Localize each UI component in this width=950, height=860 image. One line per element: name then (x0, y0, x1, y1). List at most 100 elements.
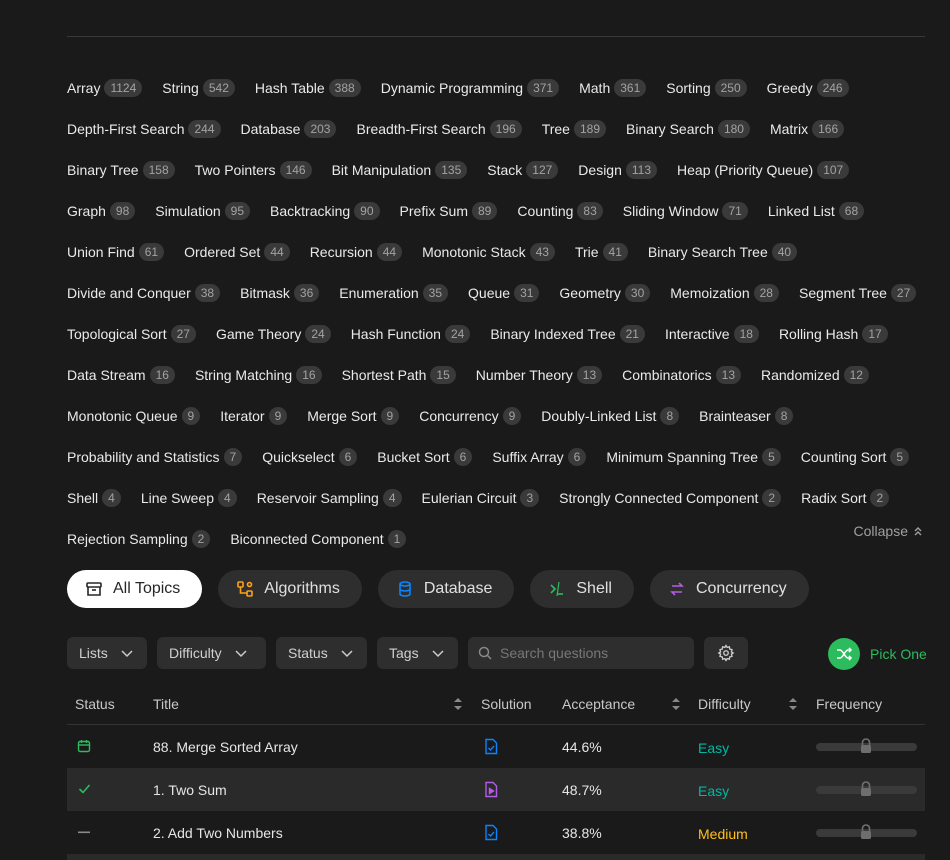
topic-tag[interactable]: Monotonic Stack 43 (422, 242, 555, 261)
topic-tag[interactable]: Two Pointers 146 (195, 160, 312, 179)
topic-tag[interactable]: Math 361 (579, 78, 647, 97)
topic-tag[interactable]: String 542 (162, 78, 235, 97)
topic-tag[interactable]: Stack 127 (487, 160, 559, 179)
topic-tag[interactable]: Binary Tree 158 (67, 160, 175, 179)
topic-tag[interactable]: Hash Function 24 (351, 324, 471, 343)
topic-tag[interactable]: Database 203 (241, 119, 337, 138)
topic-tag[interactable]: Shortest Path 15 (342, 365, 456, 384)
category-algorithms[interactable]: Algorithms (218, 570, 362, 608)
topic-tag[interactable]: Biconnected Component 1 (230, 529, 407, 548)
topic-tag[interactable]: Radix Sort 2 (801, 488, 890, 507)
topic-tag[interactable]: Merge Sort 9 (307, 406, 400, 425)
table-row[interactable]: 1. Two Sum 48.7% Easy (67, 768, 925, 811)
topic-tag[interactable]: Recursion 44 (310, 242, 403, 261)
topic-tag[interactable]: Trie 41 (575, 242, 628, 261)
topic-tag[interactable]: Rejection Sampling 2 (67, 529, 211, 548)
topic-tag[interactable]: Prefix Sum 89 (400, 201, 498, 220)
sort-icon[interactable] (453, 697, 463, 711)
topic-tag[interactable]: Simulation 95 (155, 201, 251, 220)
status-dropdown[interactable]: Status (276, 637, 367, 669)
header-difficulty[interactable]: Difficulty (698, 696, 751, 712)
topic-tag[interactable]: Ordered Set 44 (184, 242, 290, 261)
problem-title[interactable]: 1. Two Sum (153, 782, 227, 798)
sort-icon[interactable] (671, 697, 681, 711)
topic-tag[interactable]: Doubly-Linked List 8 (541, 406, 680, 425)
topic-tag[interactable]: Graph 98 (67, 201, 136, 220)
topic-tag[interactable]: Counting 83 (517, 201, 603, 220)
topic-tag[interactable]: Queue 31 (468, 283, 540, 302)
topic-tag[interactable]: Bitmask 36 (240, 283, 320, 302)
topic-tag[interactable]: Line Sweep 4 (141, 488, 237, 507)
topic-tag[interactable]: Number Theory 13 (476, 365, 603, 384)
tags-dropdown[interactable]: Tags (377, 637, 458, 669)
category-concurrency[interactable]: Concurrency (649, 570, 809, 608)
topic-tag[interactable]: Union Find 61 (67, 242, 165, 261)
topic-tag[interactable]: Sliding Window 71 (623, 201, 748, 220)
solution-doc-icon[interactable] (484, 824, 498, 841)
category-all-topics[interactable]: All Topics (67, 570, 203, 608)
topic-tag[interactable]: Interactive 18 (665, 324, 759, 343)
collapse-button[interactable]: Collapse (854, 523, 924, 539)
lists-dropdown[interactable]: Lists (67, 637, 147, 669)
topic-tag[interactable]: String Matching 16 (195, 365, 322, 384)
settings-button[interactable] (704, 637, 748, 669)
topic-tag[interactable]: Array 1124 (67, 78, 143, 97)
topic-tag[interactable]: Brainteaser 8 (699, 406, 794, 425)
table-row[interactable]: 88. Merge Sorted Array 44.6% Easy (67, 725, 925, 768)
topic-tag[interactable]: Design 113 (578, 160, 658, 179)
topic-tag[interactable]: Backtracking 90 (270, 201, 380, 220)
solution-doc-icon[interactable] (484, 738, 498, 755)
header-title[interactable]: Title (153, 696, 179, 712)
topic-tag[interactable]: Depth-First Search 244 (67, 119, 221, 138)
topic-tag[interactable]: Divide and Conquer 38 (67, 283, 221, 302)
topic-tag[interactable]: Strongly Connected Component 2 (559, 488, 782, 507)
topic-tag[interactable]: Enumeration 35 (339, 283, 449, 302)
tag-name: Bit Manipulation (331, 161, 432, 178)
topic-tag[interactable]: Counting Sort 5 (801, 447, 910, 466)
search-input[interactable] (500, 645, 680, 661)
topic-tag[interactable]: Sorting 250 (666, 78, 747, 97)
topic-tag[interactable]: Probability and Statistics 7 (67, 447, 243, 466)
problem-title[interactable]: 2. Add Two Numbers (153, 825, 283, 841)
pick-one-button[interactable]: Pick One (828, 638, 927, 670)
topic-tag[interactable]: Greedy 246 (767, 78, 849, 97)
topic-tag[interactable]: Linked List 68 (768, 201, 865, 220)
topic-tag[interactable]: Game Theory 24 (216, 324, 331, 343)
topic-tag[interactable]: Combinatorics 13 (622, 365, 741, 384)
topic-tag[interactable]: Concurrency 9 (419, 406, 522, 425)
topic-tag[interactable]: Reservoir Sampling 4 (257, 488, 402, 507)
topic-tag[interactable]: Breadth-First Search 196 (356, 119, 522, 138)
topic-tag[interactable]: Memoization 28 (670, 283, 779, 302)
topic-tag[interactable]: Randomized 12 (761, 365, 869, 384)
topic-tag[interactable]: Suffix Array 6 (492, 447, 587, 466)
problem-title[interactable]: 88. Merge Sorted Array (153, 739, 298, 755)
topic-tag[interactable]: Bucket Sort 6 (377, 447, 473, 466)
topic-tag[interactable]: Dynamic Programming 371 (381, 78, 560, 97)
topic-tag[interactable]: Topological Sort 27 (67, 324, 196, 343)
topic-tag[interactable]: Segment Tree 27 (799, 283, 917, 302)
topic-tag[interactable]: Geometry 30 (559, 283, 651, 302)
video-solution-icon[interactable] (484, 781, 498, 798)
sort-icon[interactable] (788, 697, 798, 711)
topic-tag[interactable]: Heap (Priority Queue) 107 (677, 160, 850, 179)
topic-tag[interactable]: Matrix 166 (770, 119, 845, 138)
category-shell[interactable]: Shell (530, 570, 634, 608)
topic-tag[interactable]: Data Stream 16 (67, 365, 175, 384)
topic-tag[interactable]: Binary Indexed Tree 21 (490, 324, 645, 343)
topic-tag[interactable]: Hash Table 388 (255, 78, 361, 97)
topic-tag[interactable]: Shell 4 (67, 488, 121, 507)
header-acceptance[interactable]: Acceptance (562, 696, 635, 712)
topic-tag[interactable]: Bit Manipulation 135 (331, 160, 468, 179)
topic-tag[interactable]: Eulerian Circuit 3 (422, 488, 540, 507)
topic-tag[interactable]: Binary Search 180 (626, 119, 750, 138)
topic-tag[interactable]: Binary Search Tree 40 (648, 242, 798, 261)
topic-tag[interactable]: Monotonic Queue 9 (67, 406, 201, 425)
topic-tag[interactable]: Rolling Hash 17 (779, 324, 888, 343)
topic-tag[interactable]: Tree 189 (542, 119, 606, 138)
category-database[interactable]: Database (377, 570, 515, 608)
table-row[interactable]: 2. Add Two Numbers 38.8% Medium (67, 811, 925, 854)
topic-tag[interactable]: Minimum Spanning Tree 5 (606, 447, 781, 466)
difficulty-dropdown[interactable]: Difficulty (157, 637, 266, 669)
topic-tag[interactable]: Iterator 9 (220, 406, 288, 425)
topic-tag[interactable]: Quickselect 6 (262, 447, 358, 466)
